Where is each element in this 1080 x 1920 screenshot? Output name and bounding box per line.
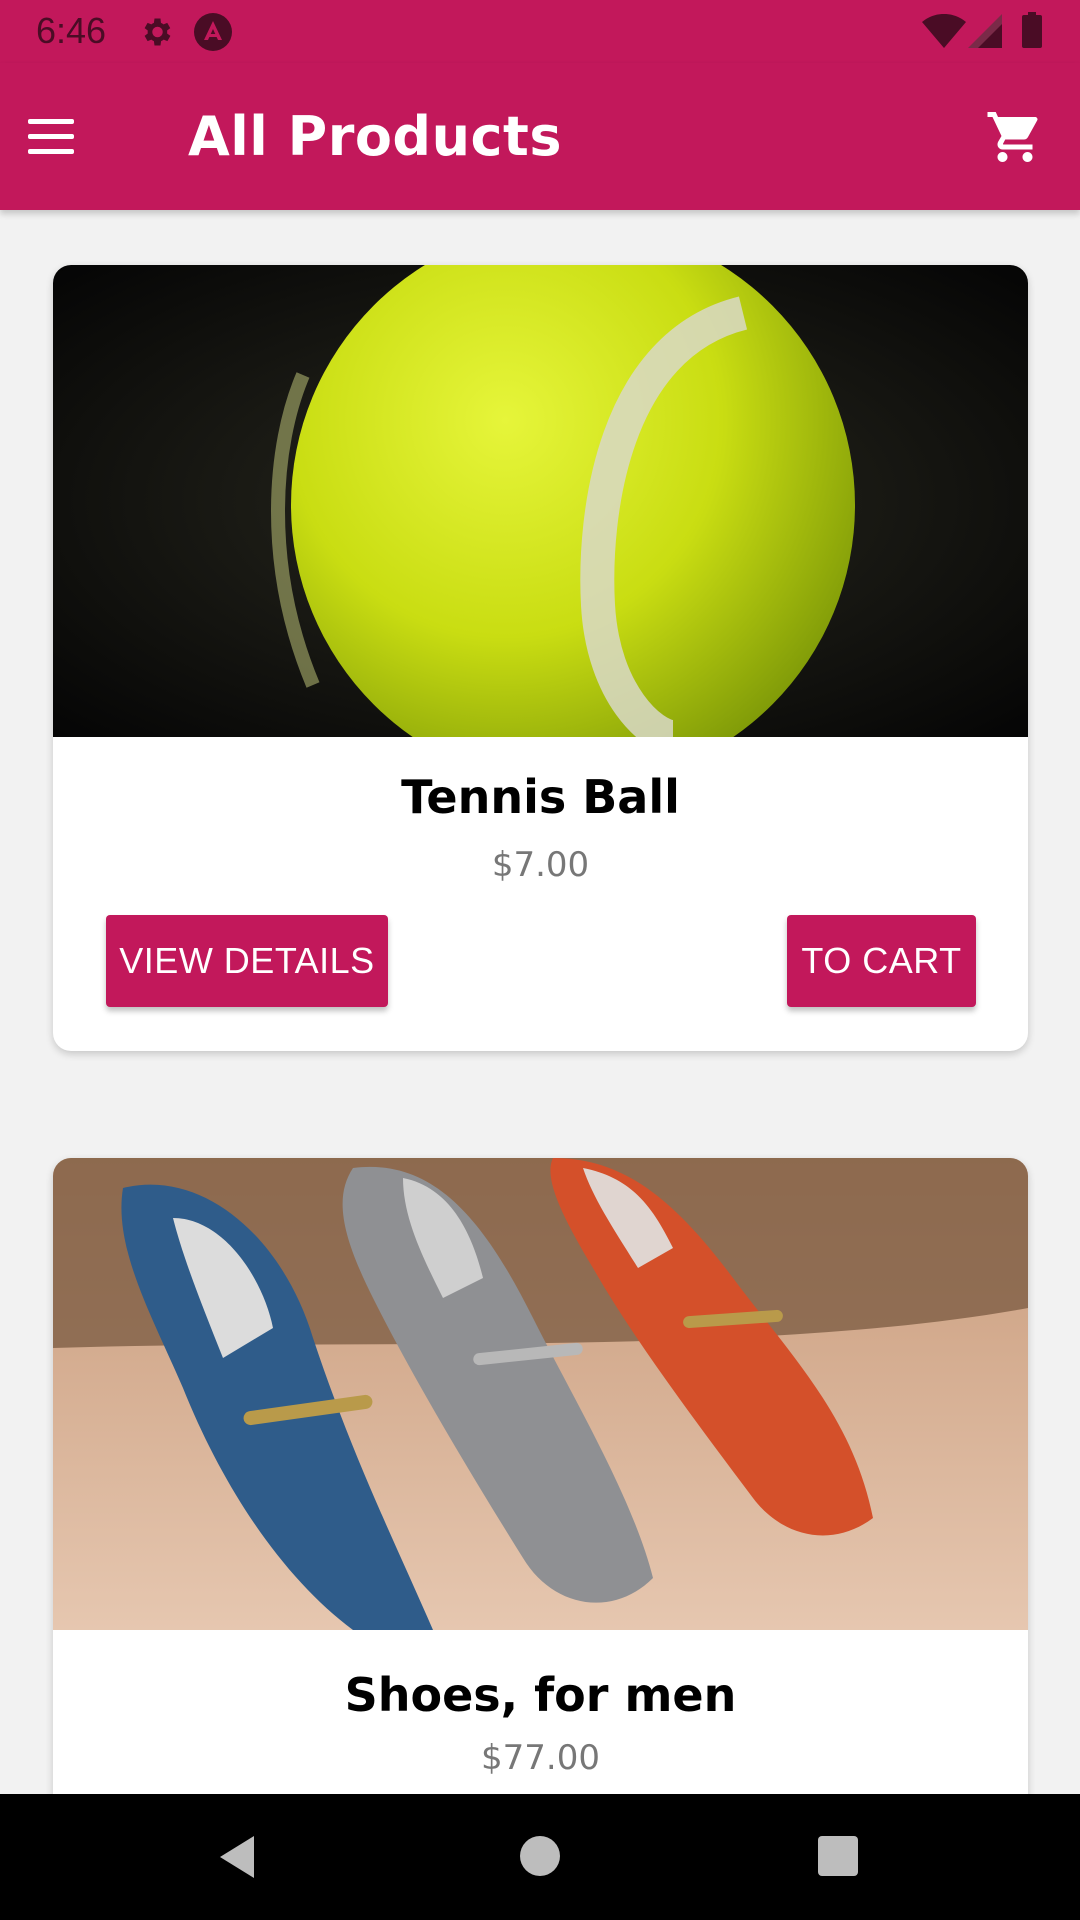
- hamburger-menu-icon[interactable]: [22, 109, 82, 165]
- product-card: Shoes, for men $77.00: [53, 1158, 1028, 1858]
- home-icon[interactable]: [520, 1836, 560, 1876]
- view-details-button[interactable]: VIEW DETAILS: [106, 915, 388, 1007]
- recents-icon[interactable]: [818, 1836, 858, 1876]
- app-bar: All Products: [0, 63, 1080, 210]
- shopping-cart-icon[interactable]: [985, 107, 1045, 167]
- tennis-ball-photo: [53, 265, 1028, 737]
- mens-loafers-photo: [53, 1158, 1028, 1630]
- product-name: Tennis Ball: [401, 770, 680, 824]
- wifi-icon: [922, 14, 966, 48]
- product-name: Shoes, for men: [344, 1668, 737, 1722]
- gear-icon: [144, 18, 171, 46]
- battery-icon: [1022, 12, 1042, 48]
- status-bar: 6:46: [0, 0, 1080, 63]
- page-title: All Products: [188, 105, 562, 168]
- system-nav-bar: [0, 1794, 1080, 1920]
- product-price: $7.00: [491, 845, 590, 885]
- product-card: Tennis Ball $7.00 VIEW DETAILS TO CART: [53, 265, 1028, 1051]
- to-cart-button[interactable]: TO CART: [787, 915, 976, 1007]
- cell-signal-icon: [968, 14, 1002, 48]
- app-notification-icon: [194, 13, 232, 51]
- product-price: $77.00: [481, 1738, 600, 1778]
- back-icon[interactable]: [214, 1832, 264, 1882]
- status-time: 6:46: [36, 10, 107, 51]
